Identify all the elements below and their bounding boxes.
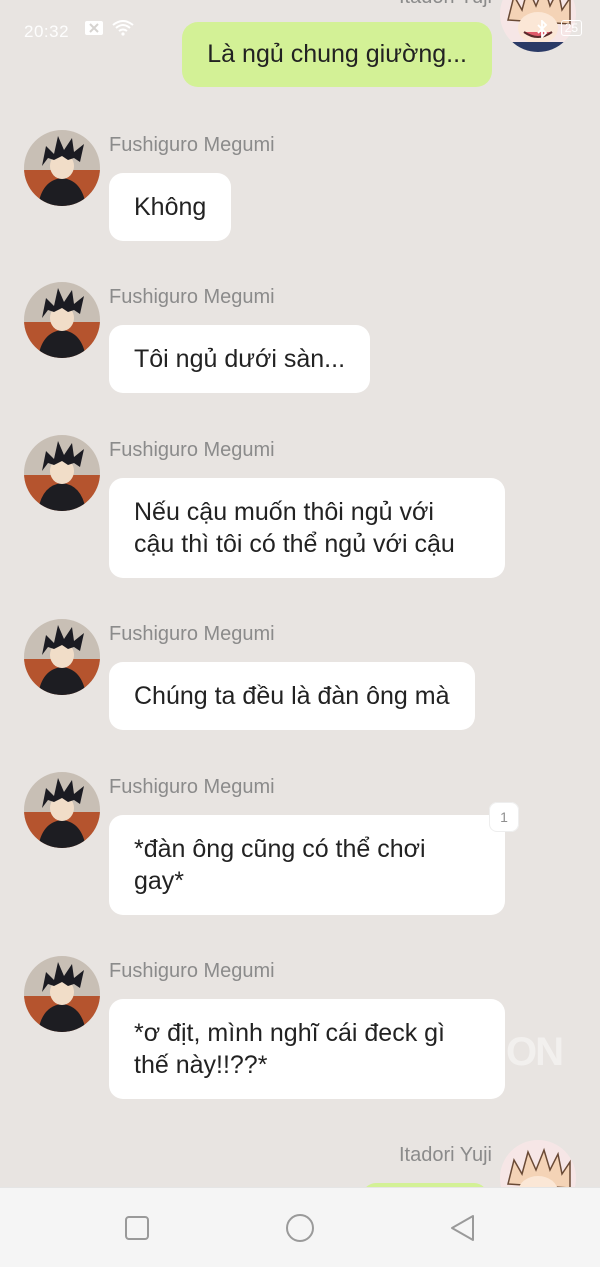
message-bubble[interactable]: Tôi ngủ dưới sàn... (109, 325, 371, 393)
avatar-itadori-bottom[interactable] (500, 1140, 576, 1187)
sender-name: Fushiguro Megumi (109, 439, 275, 461)
message-line: Chúng ta đều là đàn ông mà (134, 682, 450, 710)
message-line: Nếu cậu muốn thôi ngủ với (134, 498, 434, 526)
sender-name: Fushiguro Megumi (109, 623, 275, 645)
sender-name-itadori-bottom: Itadori Yuji (398, 1144, 492, 1166)
chat-area[interactable]: Itadori Yuji Là ngủ chung giường... 20:3… (0, 0, 600, 1187)
avatar-megumi[interactable] (24, 619, 100, 695)
watermark-logo: ON (506, 1030, 564, 1074)
bluetooth-icon (535, 18, 555, 40)
close-box-icon (84, 20, 104, 36)
sender-name: Fushiguro Megumi (109, 286, 275, 308)
message-bubble[interactable]: *đàn ông cũng có thể chơi gay* (109, 815, 505, 915)
avatar-megumi[interactable] (24, 435, 100, 511)
system-nav-bar (0, 1187, 600, 1267)
status-time: 20:32 (24, 22, 70, 41)
avatar-megumi[interactable] (24, 772, 100, 848)
message-line: cậu thì tôi có thể ngủ với cậu (134, 530, 455, 558)
sender-name: Fushiguro Megumi (109, 134, 275, 156)
sender-name: Fushiguro Megumi (109, 960, 275, 982)
avatar-megumi[interactable] (24, 956, 100, 1032)
sender-name: Fushiguro Megumi (109, 776, 275, 798)
wifi-icon (112, 20, 134, 36)
home-icon[interactable] (284, 1212, 316, 1244)
message-bubble[interactable]: Chúng ta đều là đàn ông mà (109, 662, 475, 730)
message-line: thế này!!??* (134, 1051, 268, 1079)
message-line: gay* (134, 867, 185, 895)
message-bubble[interactable]: Không (109, 173, 232, 241)
recent-apps-icon[interactable] (121, 1212, 153, 1244)
back-icon[interactable] (447, 1212, 479, 1244)
status-bar: 20:32 25 (0, 0, 600, 60)
avatar-megumi[interactable] (24, 282, 100, 358)
message-bubble[interactable]: Nếu cậu muốn thôi ngủ với cậu thì tôi có… (109, 478, 505, 578)
read-count-badge: 1 (489, 802, 519, 832)
message-line: *đàn ông cũng có thể chơi (134, 835, 426, 863)
battery-icon: 25 (560, 20, 582, 36)
message-bubble[interactable]: *ơ địt, mình nghĩ cái đeck gì thế này!!?… (109, 999, 505, 1099)
message-line: Tôi ngủ dưới sàn... (134, 345, 346, 373)
message-line: Không (134, 193, 207, 221)
avatar-megumi[interactable] (24, 130, 100, 206)
message-line: *ơ địt, mình nghĩ cái đeck gì (134, 1019, 445, 1047)
